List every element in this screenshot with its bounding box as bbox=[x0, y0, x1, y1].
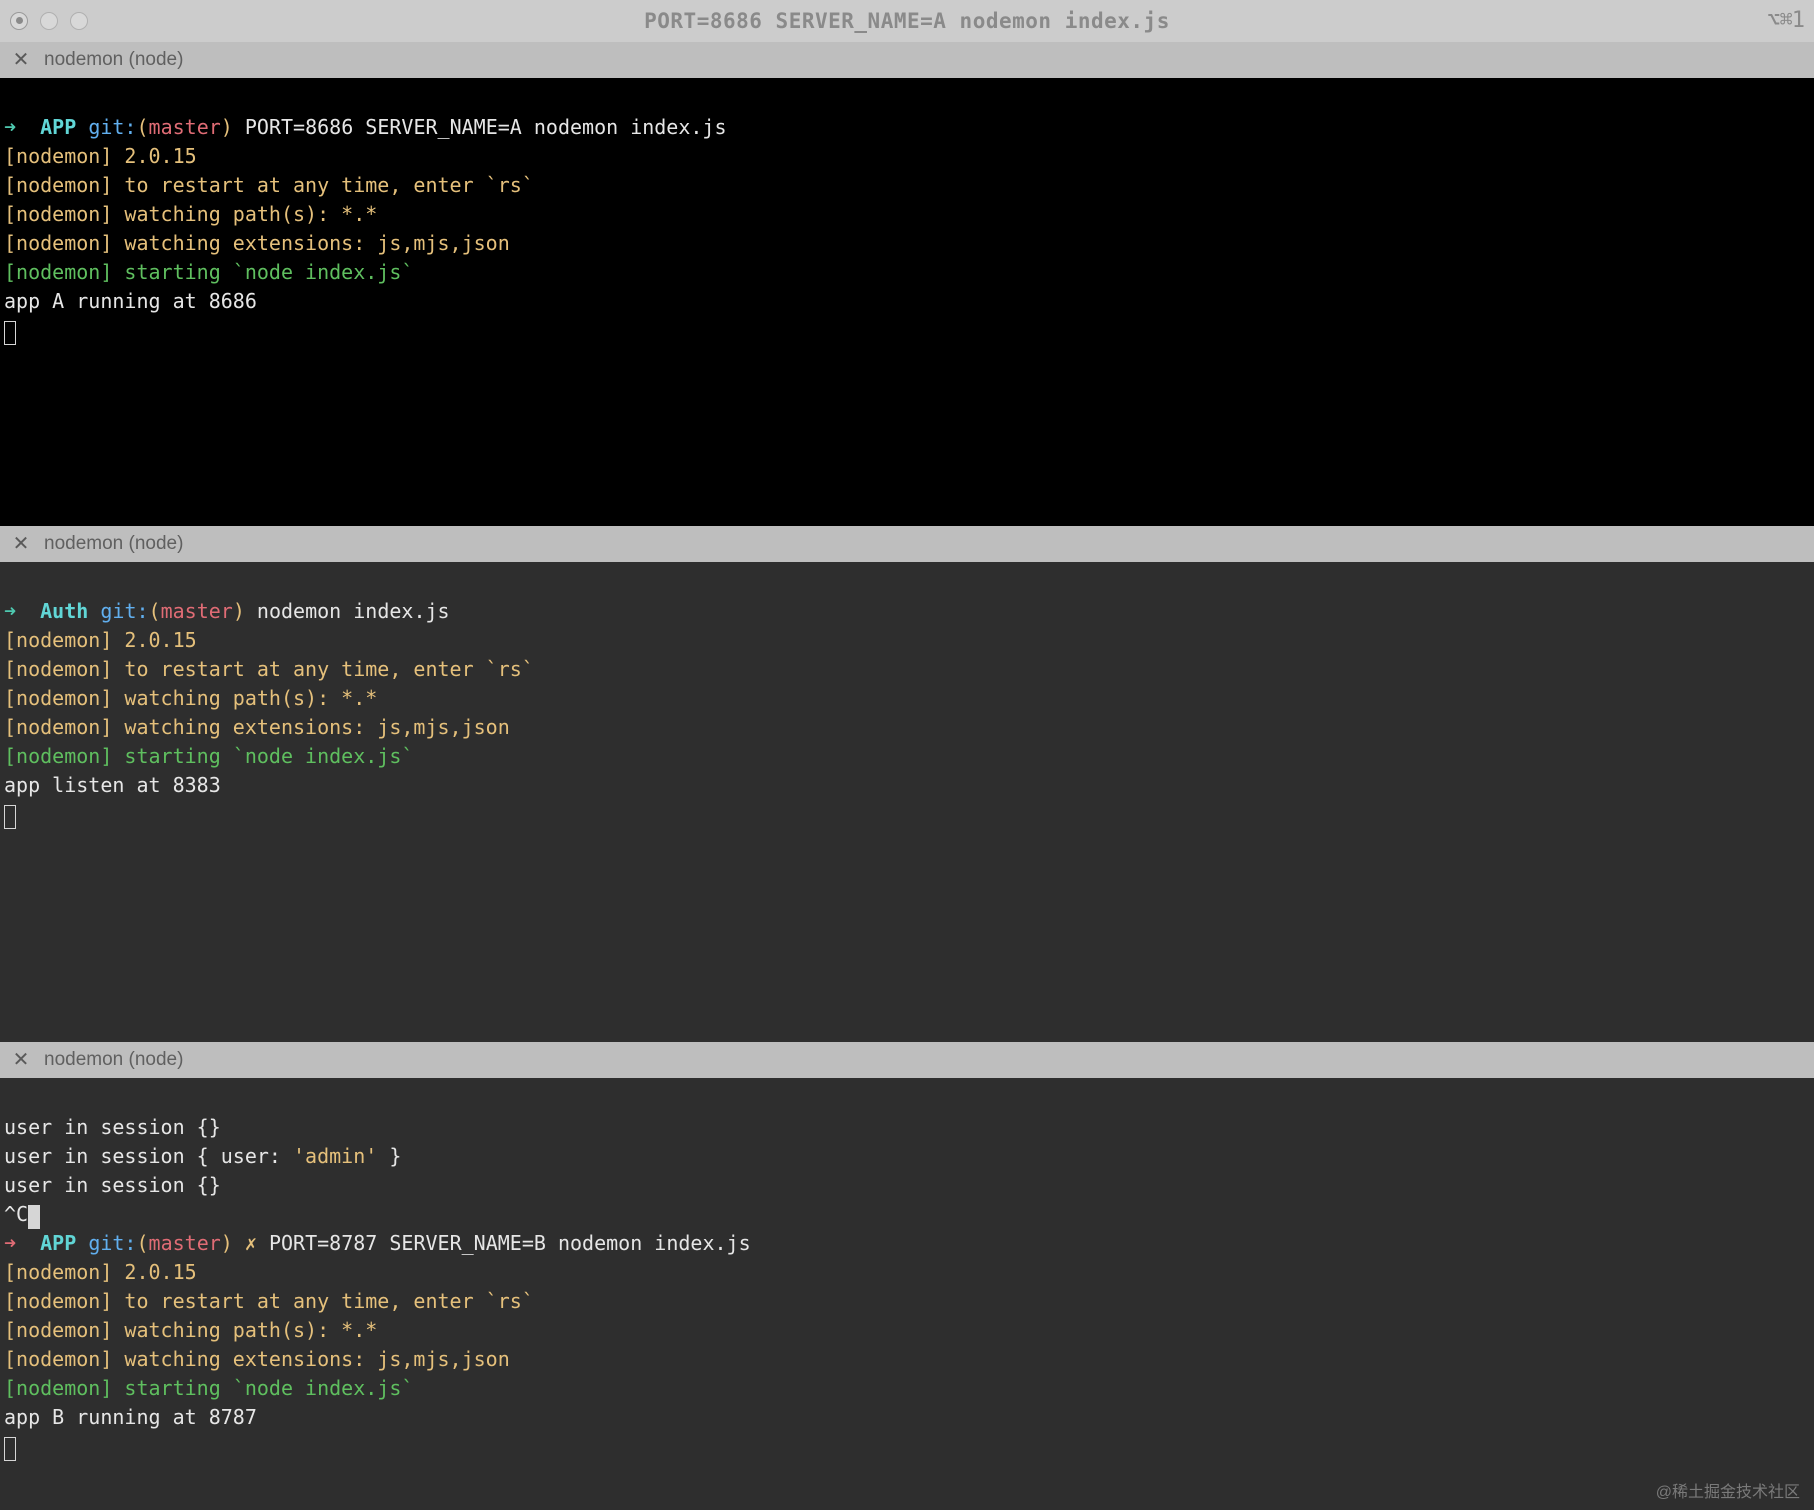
prompt-dir: APP bbox=[40, 115, 76, 139]
nodemon-line: to restart at any time, enter `rs` bbox=[124, 657, 533, 681]
prompt-branch: master bbox=[161, 599, 233, 623]
prompt-command: PORT=8686 SERVER_NAME=A nodemon index.js bbox=[245, 115, 727, 139]
prompt-git-label: git: bbox=[88, 1231, 136, 1255]
nodemon-line: to restart at any time, enter `rs` bbox=[124, 173, 533, 197]
session-line: user in session {} bbox=[4, 1115, 221, 1139]
prompt-dir: Auth bbox=[40, 599, 88, 623]
nodemon-tag: [nodemon] bbox=[4, 744, 112, 768]
nodemon-line: watching path(s): *.* bbox=[124, 1318, 377, 1342]
session-line: } bbox=[377, 1144, 401, 1168]
app-output: app A running at 8686 bbox=[4, 289, 257, 313]
pane-3-close-icon[interactable]: ✕ bbox=[12, 1046, 30, 1075]
nodemon-line: starting `node index.js` bbox=[124, 744, 413, 768]
nodemon-line: starting `node index.js` bbox=[124, 260, 413, 284]
session-line: user in session { user: bbox=[4, 1144, 293, 1168]
nodemon-line: 2.0.15 bbox=[124, 1260, 196, 1284]
pane-3-tab-bar: ✕ nodemon (node) bbox=[0, 1042, 1814, 1078]
pane-1-close-icon[interactable]: ✕ bbox=[12, 46, 30, 75]
terminal-pane-2[interactable]: ➜ Auth git:(master) nodemon index.js [no… bbox=[0, 562, 1814, 1042]
pane-2-tab-label[interactable]: nodemon (node) bbox=[44, 530, 183, 558]
cursor-icon bbox=[4, 805, 16, 829]
nodemon-tag: [nodemon] bbox=[4, 173, 112, 197]
pane-1-tab-bar: ✕ nodemon (node) bbox=[0, 42, 1814, 78]
nodemon-tag: [nodemon] bbox=[4, 1347, 112, 1371]
app-output: app B running at 8787 bbox=[4, 1405, 257, 1429]
nodemon-tag: [nodemon] bbox=[4, 231, 112, 255]
nodemon-tag: [nodemon] bbox=[4, 260, 112, 284]
window-titlebar: PORT=8686 SERVER_NAME=A nodemon index.js… bbox=[0, 0, 1814, 42]
nodemon-line: watching extensions: js,mjs,json bbox=[124, 231, 509, 255]
pane-2-tab-bar: ✕ nodemon (node) bbox=[0, 526, 1814, 562]
nodemon-tag: [nodemon] bbox=[4, 1289, 112, 1313]
nodemon-line: starting `node index.js` bbox=[124, 1376, 413, 1400]
prompt-command: PORT=8787 SERVER_NAME=B nodemon index.js bbox=[269, 1231, 751, 1255]
nodemon-tag: [nodemon] bbox=[4, 1318, 112, 1342]
prompt-branch: master bbox=[149, 1231, 221, 1255]
nodemon-tag: [nodemon] bbox=[4, 1376, 112, 1400]
pane-1-tab-label[interactable]: nodemon (node) bbox=[44, 46, 183, 74]
nodemon-line: watching extensions: js,mjs,json bbox=[124, 1347, 509, 1371]
nodemon-tag: [nodemon] bbox=[4, 657, 112, 681]
git-dirty-icon: ✗ bbox=[245, 1231, 257, 1255]
session-line: user in session {} bbox=[4, 1173, 221, 1197]
prompt-dir: APP bbox=[40, 1231, 76, 1255]
prompt-arrow: ➜ bbox=[4, 115, 16, 139]
terminal-pane-3[interactable]: user in session {} user in session { use… bbox=[0, 1078, 1814, 1510]
window-title: PORT=8686 SERVER_NAME=A nodemon index.js bbox=[0, 6, 1814, 36]
session-user-value: 'admin' bbox=[293, 1144, 377, 1168]
prompt-git-label: git: bbox=[88, 115, 136, 139]
nodemon-line: 2.0.15 bbox=[124, 628, 196, 652]
terminal-pane-1[interactable]: ➜ APP git:(master) PORT=8686 SERVER_NAME… bbox=[0, 78, 1814, 526]
nodemon-tag: [nodemon] bbox=[4, 628, 112, 652]
pane-3-tab-label[interactable]: nodemon (node) bbox=[44, 1046, 183, 1074]
nodemon-tag: [nodemon] bbox=[4, 1260, 112, 1284]
app-output: app listen at 8383 bbox=[4, 773, 221, 797]
nodemon-line: watching extensions: js,mjs,json bbox=[124, 715, 509, 739]
nodemon-line: watching path(s): *.* bbox=[124, 202, 377, 226]
nodemon-line: to restart at any time, enter `rs` bbox=[124, 1289, 533, 1313]
nodemon-tag: [nodemon] bbox=[4, 686, 112, 710]
nodemon-line: watching path(s): *.* bbox=[124, 686, 377, 710]
prompt-arrow: ➜ bbox=[4, 599, 16, 623]
watermark: @稀土掘金技术社区 bbox=[1656, 1481, 1800, 1504]
pane-2-close-icon[interactable]: ✕ bbox=[12, 530, 30, 559]
cursor-icon bbox=[4, 1437, 16, 1461]
prompt-command: nodemon index.js bbox=[257, 599, 450, 623]
terminal-output-3: user in session {} user in session { use… bbox=[0, 1078, 1814, 1467]
nodemon-tag: [nodemon] bbox=[4, 144, 112, 168]
terminal-output-1: ➜ APP git:(master) PORT=8686 SERVER_NAME… bbox=[0, 78, 1814, 351]
prompt-branch: master bbox=[149, 115, 221, 139]
cursor-icon bbox=[4, 321, 16, 345]
ctrl-c: ^C bbox=[4, 1202, 28, 1226]
prompt-arrow: ➜ bbox=[4, 1231, 16, 1255]
prompt-git-label: git: bbox=[100, 599, 148, 623]
nodemon-tag: [nodemon] bbox=[4, 202, 112, 226]
nodemon-line: 2.0.15 bbox=[124, 144, 196, 168]
nodemon-tag: [nodemon] bbox=[4, 715, 112, 739]
terminal-output-2: ➜ Auth git:(master) nodemon index.js [no… bbox=[0, 562, 1814, 835]
cursor-icon bbox=[28, 1205, 40, 1229]
